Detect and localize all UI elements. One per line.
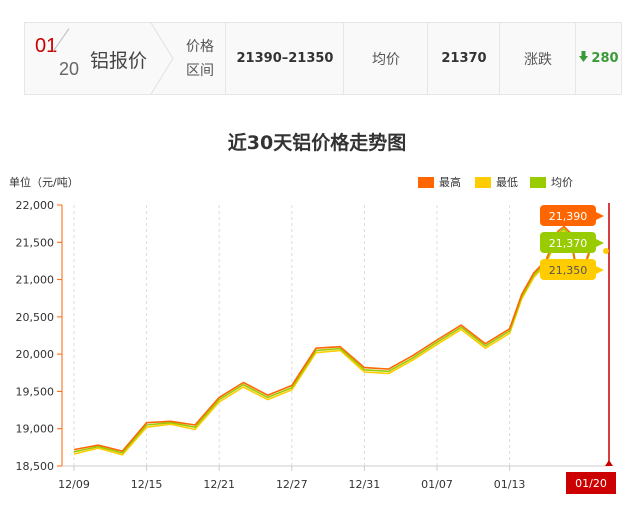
x-tick-label: 12/09	[58, 478, 90, 491]
callout-label: 21,390	[549, 210, 588, 223]
price-line-chart: 22,000 21,500 21,000 20,500 20,000 19,500 19,0…	[16, 199, 616, 494]
y-tick-label: 19,500	[16, 385, 55, 398]
current-date-marker-arrow	[605, 460, 613, 466]
y-tick-label: 20,500	[16, 311, 55, 324]
callout-label: 21,350	[549, 264, 588, 277]
x-tick-label: 01/07	[421, 478, 453, 491]
x-tick-label: 01/13	[494, 478, 526, 491]
callout-label: 21,370	[549, 237, 588, 250]
series-line-high	[73, 225, 591, 452]
callout-pointer	[596, 266, 604, 274]
y-tick-label: 22,000	[16, 199, 55, 212]
series-line-avg	[73, 228, 591, 454]
series-line-low	[73, 230, 591, 456]
callout-pointer	[596, 239, 604, 247]
y-tick-label: 21,500	[16, 236, 55, 249]
y-tick-label: 20,000	[16, 348, 55, 361]
x-tick-label: 12/31	[349, 478, 381, 491]
x-tick-label: 12/21	[203, 478, 235, 491]
series-end-point	[603, 248, 609, 254]
x-tick-label: 12/15	[131, 478, 163, 491]
y-tick-label: 19,000	[16, 423, 55, 436]
y-tick-label: 21,000	[16, 274, 55, 287]
current-date-badge-label: 01/20	[575, 477, 607, 490]
x-tick-label: 12/27	[276, 478, 308, 491]
y-tick-label: 18,500	[16, 460, 55, 473]
callout-pointer	[596, 212, 604, 220]
